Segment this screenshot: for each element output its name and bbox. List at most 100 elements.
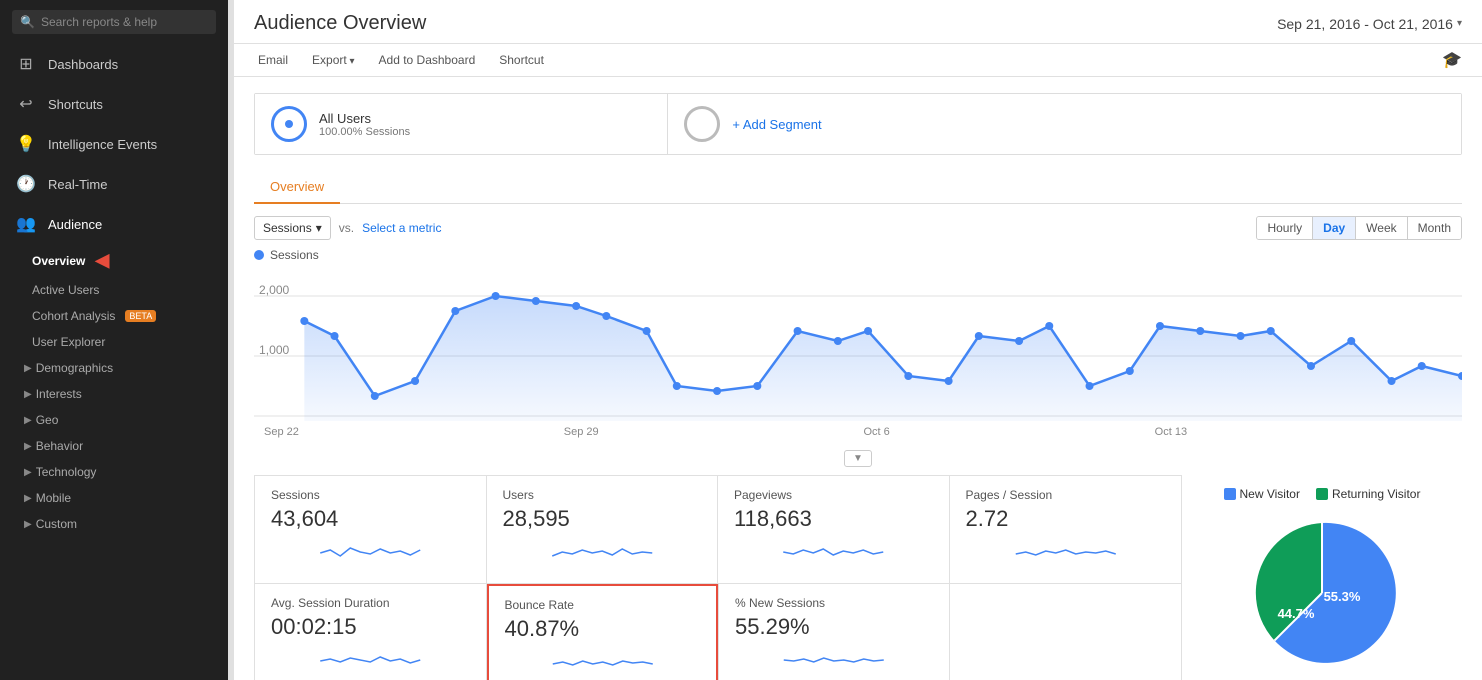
sidebar-subitem-geo[interactable]: ▶ Geo (0, 407, 228, 433)
collapse-handle: ▼ (254, 446, 1462, 471)
sidebar-item-shortcuts[interactable]: ↩ Shortcuts (0, 84, 228, 124)
collapse-button[interactable]: ▼ (844, 450, 872, 467)
sidebar-subitem-custom[interactable]: ▶ Custom (0, 511, 228, 537)
metric-bounce-rate: Bounce Rate 40.87% (487, 584, 719, 680)
new-sessions-value: 55.29% (735, 614, 933, 640)
metric-users: Users 28,595 (487, 476, 719, 583)
sessions-sparkline (271, 538, 470, 568)
sidebar: 🔍 ⊞ Dashboards ↩ Shortcuts 💡 Intelligenc… (0, 0, 228, 680)
email-button[interactable]: Email (254, 51, 292, 69)
segment-bar: All Users 100.00% Sessions + Add Segment (254, 93, 1462, 155)
sidebar-subitem-interests[interactable]: ▶ Interests (0, 381, 228, 407)
realtime-icon: 🕐 (16, 174, 36, 194)
metric-caret: ▾ (316, 221, 322, 235)
returning-visitor-legend: Returning Visitor (1316, 487, 1421, 501)
chart-area: 2,000 1,000 (254, 266, 1462, 438)
sidebar-item-label: Real-Time (48, 177, 107, 192)
date-range-selector[interactable]: Sep 21, 2016 - Oct 21, 2016 ▾ (1277, 16, 1462, 32)
main-content: Audience Overview Sep 21, 2016 - Oct 21,… (234, 0, 1482, 680)
avg-session-label: Avg. Session Duration (271, 596, 470, 610)
toolbar: Email Export Add to Dashboard Shortcut 🎓 (234, 44, 1482, 77)
shortcuts-icon: ↩ (16, 94, 36, 114)
pageviews-sparkline (734, 538, 933, 568)
sidebar-subitem-technology[interactable]: ▶ Technology (0, 459, 228, 485)
sidebar-item-audience[interactable]: 👥 Audience (0, 204, 228, 244)
pageviews-value: 118,663 (734, 506, 933, 532)
shortcut-button[interactable]: Shortcut (495, 51, 548, 69)
new-visitor-legend: New Visitor (1224, 487, 1300, 501)
new-visitor-label: New Visitor (1240, 487, 1300, 501)
chevron-right-icon: ▶ (24, 467, 32, 478)
sidebar-item-dashboards[interactable]: ⊞ Dashboards (0, 44, 228, 84)
new-sessions-label: % New Sessions (735, 596, 933, 610)
metrics-area: Sessions 43,604 Users 28,595 (254, 475, 1182, 680)
help-hat-icon[interactable]: 🎓 (1442, 50, 1462, 70)
add-segment-label[interactable]: + Add Segment (732, 117, 821, 132)
sessions-value: 43,604 (271, 506, 470, 532)
svg-text:2,000: 2,000 (259, 283, 290, 297)
svg-text:1,000: 1,000 (259, 343, 290, 357)
search-input[interactable] (41, 15, 208, 29)
sidebar-subitem-user-explorer[interactable]: User Explorer (0, 329, 228, 355)
sidebar-item-label: Intelligence Events (48, 137, 157, 152)
chevron-right-icon: ▶ (24, 441, 32, 452)
line-chart-svg: 2,000 1,000 (254, 266, 1462, 426)
technology-label: Technology (36, 465, 97, 479)
vs-label: vs. (339, 221, 354, 235)
time-btn-hourly[interactable]: Hourly (1257, 217, 1313, 239)
segment-circle (271, 106, 307, 142)
active-users-label: Active Users (32, 283, 99, 297)
pages-session-value: 2.72 (966, 506, 1166, 532)
time-btn-week[interactable]: Week (1356, 217, 1407, 239)
avg-session-value: 00:02:15 (271, 614, 470, 640)
segment-info: All Users 100.00% Sessions (319, 111, 410, 138)
avg-session-sparkline (271, 646, 470, 676)
pages-session-label: Pages / Session (966, 488, 1166, 502)
time-btn-day[interactable]: Day (1313, 217, 1356, 239)
dashboards-icon: ⊞ (16, 54, 36, 74)
chart-legend: Sessions (254, 248, 1462, 262)
sidebar-item-realtime[interactable]: 🕐 Real-Time (0, 164, 228, 204)
returning-visitor-label: Returning Visitor (1332, 487, 1421, 501)
metric-dropdown[interactable]: Sessions ▾ (254, 216, 331, 240)
pie-legend: New Visitor Returning Visitor (1224, 487, 1421, 501)
sessions-legend-label: Sessions (270, 248, 319, 262)
sidebar-subitem-mobile[interactable]: ▶ Mobile (0, 485, 228, 511)
sidebar-subitem-behavior[interactable]: ▶ Behavior (0, 433, 228, 459)
red-arrow-icon: ◀ (95, 250, 109, 271)
metrics-row1: Sessions 43,604 Users 28,595 (254, 475, 1182, 584)
audience-icon: 👥 (16, 214, 36, 234)
metric-pageviews: Pageviews 118,663 (718, 476, 950, 583)
x-label-oct13: Oct 13 (1155, 426, 1187, 438)
page-title: Audience Overview (254, 12, 426, 35)
sidebar-subitem-overview[interactable]: Overview ◀ (0, 244, 228, 277)
pageviews-label: Pageviews (734, 488, 933, 502)
sidebar-item-intelligence[interactable]: 💡 Intelligence Events (0, 124, 228, 164)
export-button[interactable]: Export (308, 51, 359, 69)
search-icon: 🔍 (20, 15, 35, 29)
metric-avg-session: Avg. Session Duration 00:02:15 (255, 584, 487, 680)
segment-add[interactable]: + Add Segment (668, 94, 1461, 154)
metric-sessions: Sessions 43,604 (255, 476, 487, 583)
geo-label: Geo (36, 413, 59, 427)
time-btn-month[interactable]: Month (1408, 217, 1461, 239)
users-value: 28,595 (503, 506, 702, 532)
users-label: Users (503, 488, 702, 502)
sidebar-subitem-cohort[interactable]: Cohort Analysis BETA (0, 303, 228, 329)
metrics-row2: Avg. Session Duration 00:02:15 Bounce Ra… (254, 584, 1182, 680)
behavior-label: Behavior (36, 439, 83, 453)
search-box[interactable]: 🔍 (12, 10, 216, 34)
sidebar-subitem-active-users[interactable]: Active Users (0, 277, 228, 303)
tab-overview[interactable]: Overview (254, 171, 340, 204)
cohort-label: Cohort Analysis (32, 309, 115, 323)
select-metric-link[interactable]: Select a metric (362, 221, 441, 235)
sidebar-subitem-demographics[interactable]: ▶ Demographics (0, 355, 228, 381)
metrics-pie-layout: Sessions 43,604 Users 28,595 (254, 475, 1462, 680)
pages-session-sparkline (966, 538, 1166, 568)
sessions-label: Sessions (271, 488, 470, 502)
date-range-text: Sep 21, 2016 - Oct 21, 2016 (1277, 16, 1453, 32)
add-dashboard-button[interactable]: Add to Dashboard (375, 51, 480, 69)
intelligence-icon: 💡 (16, 134, 36, 154)
beta-badge: BETA (125, 310, 156, 322)
segment-all-users[interactable]: All Users 100.00% Sessions (255, 94, 668, 154)
